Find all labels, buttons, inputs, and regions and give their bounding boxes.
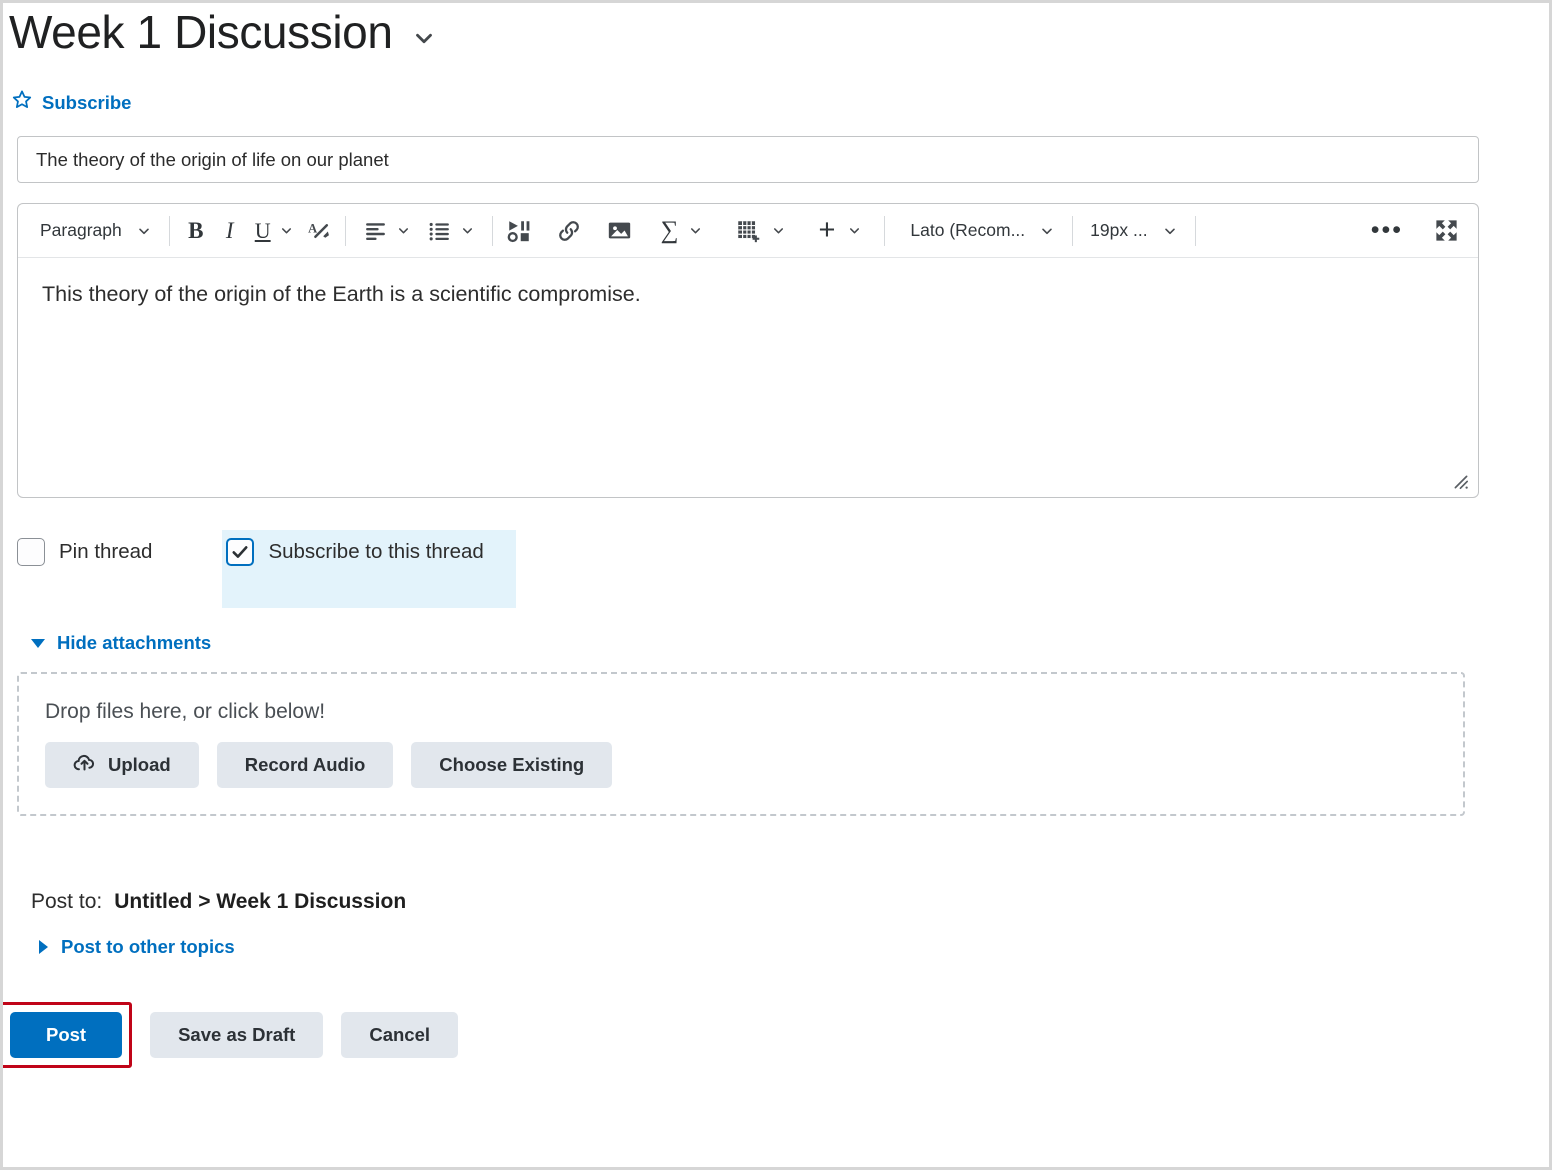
post-to-value: Untitled > Week 1 Discussion bbox=[114, 890, 407, 913]
cancel-button[interactable]: Cancel bbox=[341, 1012, 458, 1058]
record-audio-button[interactable]: Record Audio bbox=[216, 742, 394, 788]
insert-table-dropdown[interactable] bbox=[727, 213, 794, 249]
more-options-button[interactable]: ••• bbox=[1367, 213, 1407, 249]
clear-formatting-icon[interactable]: A bbox=[302, 213, 336, 249]
attachment-buttons: Upload Record Audio Choose Existing bbox=[45, 742, 1463, 788]
font-size-label: 19px ... bbox=[1090, 220, 1148, 240]
dropzone-instructions: Drop files here, or click below! bbox=[45, 700, 326, 723]
resize-handle-icon[interactable] bbox=[1452, 473, 1470, 491]
svg-text:A: A bbox=[308, 222, 317, 236]
list-dropdown[interactable] bbox=[419, 213, 483, 249]
choose-existing-label: Choose Existing bbox=[439, 754, 585, 775]
font-size-dropdown[interactable]: 19px ... bbox=[1082, 213, 1185, 249]
pin-thread-checkbox[interactable] bbox=[17, 538, 45, 566]
align-left-icon bbox=[365, 223, 385, 240]
insert-image-icon[interactable] bbox=[602, 213, 637, 249]
post-button[interactable]: Post bbox=[10, 1012, 123, 1058]
italic-button[interactable]: I bbox=[213, 213, 247, 249]
post-button-label: Post bbox=[46, 1024, 87, 1045]
underline-dropdown[interactable]: U bbox=[247, 213, 302, 249]
plus-icon: + bbox=[818, 214, 836, 246]
toolbar-divider bbox=[1194, 215, 1196, 246]
subject-input[interactable] bbox=[17, 136, 1479, 183]
insert-media-icon[interactable] bbox=[502, 213, 536, 249]
chevron-down-icon bbox=[281, 228, 291, 234]
bold-button[interactable]: B bbox=[179, 213, 213, 249]
subscribe-label: Subscribe bbox=[42, 91, 132, 113]
toolbar-divider bbox=[491, 215, 493, 246]
toolbar-divider bbox=[884, 215, 886, 246]
html-editor: Paragraph B I U A ∑ + Lato (Recom... 19p… bbox=[17, 203, 1479, 498]
subscribe-thread-label: Subscribe to this thread bbox=[268, 540, 484, 563]
subscribe-thread-option[interactable]: Subscribe to this thread bbox=[222, 530, 516, 608]
star-outline-icon bbox=[11, 89, 33, 116]
paragraph-style-label: Paragraph bbox=[40, 220, 122, 240]
post-to-row: Post to: Untitled > Week 1 Discussion bbox=[31, 890, 1549, 914]
post-to-other-topics-toggle[interactable]: Post to other topics bbox=[39, 936, 235, 958]
underline-label: U bbox=[254, 217, 271, 243]
more-options-label: ••• bbox=[1370, 216, 1403, 244]
page-title: Week 1 Discussion bbox=[9, 6, 393, 58]
font-family-dropdown[interactable]: Lato (Recom... bbox=[902, 213, 1063, 249]
hide-attachments-label: Hide attachments bbox=[57, 632, 212, 653]
chevron-down-icon bbox=[1164, 228, 1175, 234]
upload-label: Upload bbox=[108, 754, 171, 775]
pin-thread-label: Pin thread bbox=[59, 540, 153, 563]
insert-link-icon[interactable] bbox=[552, 213, 586, 249]
editor-content-area[interactable]: This theory of the origin of the Earth i… bbox=[18, 258, 1478, 497]
chevron-down-icon bbox=[774, 228, 784, 234]
align-dropdown[interactable] bbox=[355, 213, 419, 249]
record-audio-label: Record Audio bbox=[244, 754, 366, 775]
editor-body-text: This theory of the origin of the Earth i… bbox=[42, 282, 641, 306]
chevron-down-icon bbox=[138, 228, 149, 234]
equation-glyph: ∑ bbox=[660, 216, 679, 244]
chevron-down-icon bbox=[691, 228, 701, 234]
triangle-right-icon bbox=[39, 940, 48, 954]
cancel-label: Cancel bbox=[369, 1024, 430, 1045]
italic-label: I bbox=[225, 217, 234, 243]
pin-thread-option[interactable]: Pin thread bbox=[17, 530, 184, 574]
paragraph-style-dropdown[interactable]: Paragraph bbox=[32, 213, 160, 249]
form-actions: Post Save as Draft Cancel bbox=[3, 1002, 1549, 1068]
thread-options-row: Pin thread Subscribe to this thread bbox=[17, 530, 1549, 608]
post-to-other-topics-label: Post to other topics bbox=[61, 936, 235, 957]
chevron-down-icon[interactable] bbox=[409, 23, 439, 53]
hide-attachments-toggle[interactable]: Hide attachments bbox=[31, 632, 211, 654]
save-as-draft-button[interactable]: Save as Draft bbox=[150, 1012, 324, 1058]
editor-toolbar: Paragraph B I U A ∑ + Lato (Recom... 19p… bbox=[18, 204, 1478, 258]
equation-dropdown[interactable]: ∑ bbox=[653, 213, 712, 249]
chevron-down-icon bbox=[1042, 228, 1052, 234]
file-dropzone[interactable]: Drop files here, or click below! Upload … bbox=[17, 672, 1465, 816]
checkmark-icon bbox=[232, 546, 248, 558]
insert-table-icon bbox=[738, 220, 760, 242]
triangle-down-icon bbox=[31, 638, 45, 648]
font-family-label: Lato (Recom... bbox=[910, 220, 1026, 240]
upload-button[interactable]: Upload bbox=[45, 742, 199, 788]
insert-more-dropdown[interactable]: + bbox=[810, 213, 870, 249]
chevron-down-icon bbox=[850, 228, 860, 234]
save-as-draft-label: Save as Draft bbox=[178, 1024, 296, 1045]
bulleted-list-icon bbox=[429, 222, 449, 241]
cloud-upload-icon bbox=[73, 751, 96, 779]
chevron-down-icon bbox=[462, 228, 472, 234]
toolbar-divider bbox=[1072, 215, 1074, 246]
choose-existing-button[interactable]: Choose Existing bbox=[411, 742, 613, 788]
page-title-row: Week 1 Discussion bbox=[3, 3, 1549, 65]
subscribe-link[interactable]: Subscribe bbox=[11, 89, 131, 116]
toolbar-divider bbox=[344, 215, 346, 246]
bold-label: B bbox=[188, 217, 204, 243]
discussion-new-thread-page: Week 1 Discussion Subscribe Paragraph bbox=[0, 0, 1552, 1170]
expand-fullscreen-icon[interactable] bbox=[1429, 213, 1464, 249]
post-to-label: Post to: bbox=[31, 890, 103, 913]
chevron-down-icon bbox=[398, 228, 408, 234]
toolbar-divider bbox=[168, 215, 170, 246]
post-button-highlight: Post bbox=[3, 1002, 133, 1068]
subscribe-thread-checkbox[interactable] bbox=[226, 538, 255, 566]
